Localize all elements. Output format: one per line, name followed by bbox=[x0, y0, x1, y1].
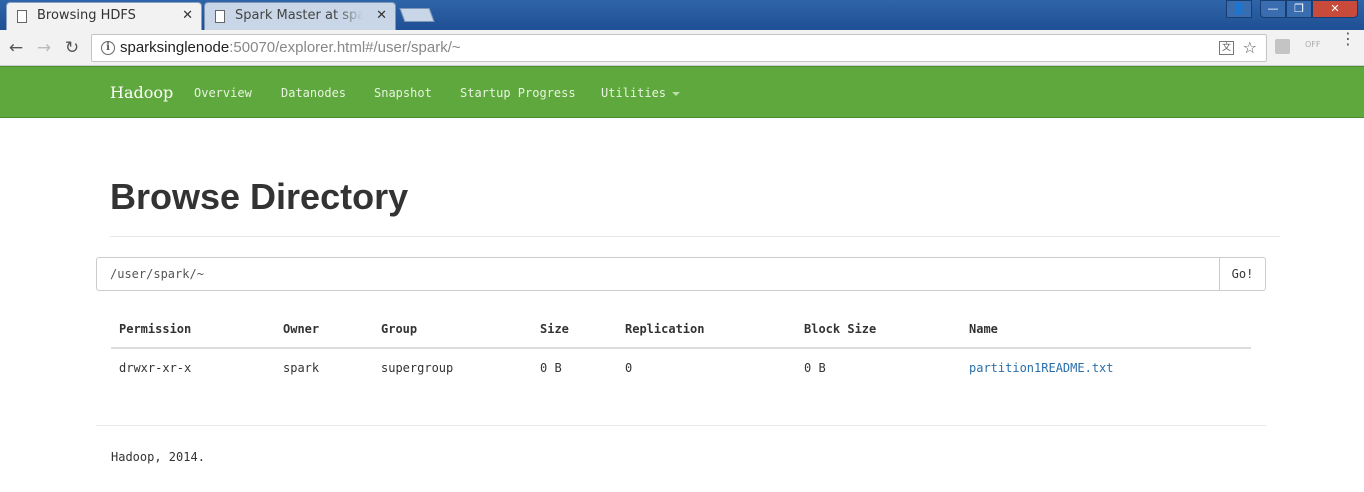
tab-close-icon[interactable]: ✕ bbox=[182, 3, 193, 29]
cell-group: supergroup bbox=[381, 361, 454, 375]
document-icon bbox=[215, 10, 225, 23]
nav-utilities-label: Utilities bbox=[601, 86, 667, 100]
table-header: Permission Owner Group Size Replication … bbox=[111, 312, 1251, 349]
cell-size: 0 B bbox=[540, 361, 562, 375]
url-text[interactable]: sparksinglenode:50070/explorer.html#/use… bbox=[120, 39, 461, 56]
tab-title: Spark Master at spark bbox=[235, 8, 363, 23]
browser-titlebar: Browsing HDFS ✕ Spark Master at spark ✕ … bbox=[0, 0, 1364, 30]
page-title: Browse Directory bbox=[110, 176, 409, 217]
translate-icon[interactable]: 文 bbox=[1219, 41, 1234, 55]
tab-spark-master[interactable]: Spark Master at spark ✕ bbox=[204, 2, 396, 30]
extension-icon[interactable] bbox=[1275, 39, 1290, 54]
cell-block-size: 0 B bbox=[804, 361, 826, 375]
forward-arrow-icon[interactable]: → bbox=[33, 37, 55, 59]
nav-startup-progress[interactable]: Startup Progress bbox=[460, 86, 576, 100]
hadoop-navbar: Hadoop Overview Datanodes Snapshot Start… bbox=[0, 66, 1364, 118]
bookmark-star-icon[interactable]: ☆ bbox=[1243, 38, 1257, 57]
col-name[interactable]: Name bbox=[969, 322, 998, 336]
document-icon bbox=[17, 10, 27, 23]
address-bar[interactable]: i sparksinglenode:50070/explorer.html#/u… bbox=[91, 34, 1267, 62]
nav-datanodes[interactable]: Datanodes bbox=[281, 86, 346, 100]
nav-utilities-dropdown[interactable]: Utilities bbox=[601, 86, 681, 100]
caret-down-icon bbox=[672, 91, 681, 96]
directory-table: Permission Owner Group Size Replication … bbox=[111, 312, 1251, 389]
col-replication[interactable]: Replication bbox=[625, 322, 704, 336]
url-path: :50070/explorer.html#/user/spark/~ bbox=[229, 39, 461, 56]
back-arrow-icon[interactable]: ← bbox=[5, 37, 27, 59]
close-window-button[interactable]: ✕ bbox=[1312, 0, 1358, 18]
browser-menu-icon[interactable]: ⋮ bbox=[1340, 31, 1356, 47]
extension-off-icon[interactable]: OFF bbox=[1305, 40, 1321, 49]
col-block-size[interactable]: Block Size bbox=[804, 322, 876, 336]
browser-toolbar: ← → ↻ i sparksinglenode:50070/explorer.h… bbox=[0, 30, 1364, 66]
url-host: sparksinglenode bbox=[120, 39, 230, 56]
col-owner[interactable]: Owner bbox=[283, 322, 319, 336]
brand-logo[interactable]: Hadoop bbox=[110, 83, 173, 102]
table-row: drwxr-xr-x spark supergroup 0 B 0 0 B pa… bbox=[111, 349, 1251, 389]
footer-divider bbox=[96, 425, 1266, 426]
tab-close-icon[interactable]: ✕ bbox=[376, 3, 387, 29]
reload-icon[interactable]: ↻ bbox=[61, 37, 83, 59]
col-group[interactable]: Group bbox=[381, 322, 417, 336]
user-icon[interactable]: 👤 bbox=[1226, 0, 1252, 18]
nav-snapshot[interactable]: Snapshot bbox=[374, 86, 432, 100]
cell-replication: 0 bbox=[625, 361, 633, 375]
cell-permission: drwxr-xr-x bbox=[119, 361, 192, 375]
file-name-link[interactable]: partition1README.txt bbox=[969, 361, 1114, 375]
col-permission[interactable]: Permission bbox=[119, 322, 191, 336]
maximize-button[interactable]: ❐ bbox=[1286, 0, 1312, 18]
info-icon[interactable]: i bbox=[101, 41, 115, 55]
divider bbox=[110, 236, 1280, 237]
col-size[interactable]: Size bbox=[540, 322, 569, 336]
go-button[interactable]: Go! bbox=[1219, 257, 1266, 291]
tab-title: Browsing HDFS bbox=[37, 8, 136, 23]
new-tab-button[interactable] bbox=[399, 8, 435, 22]
minimize-button[interactable]: — bbox=[1260, 0, 1286, 18]
nav-overview[interactable]: Overview bbox=[194, 86, 252, 100]
footer-text: Hadoop, 2014. bbox=[111, 450, 205, 464]
directory-path-input[interactable] bbox=[96, 257, 1220, 291]
tab-browsing-hdfs[interactable]: Browsing HDFS ✕ bbox=[6, 2, 202, 30]
cell-owner: spark bbox=[283, 361, 320, 375]
